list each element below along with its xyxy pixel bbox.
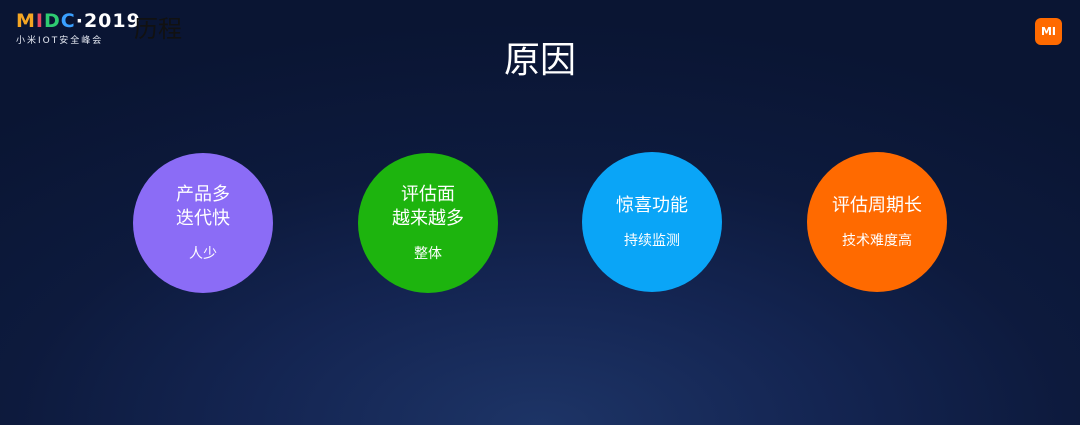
reason-4-line-1: 评估周期长 [832, 195, 922, 216]
reason-2-line-1: 评估面 [401, 184, 455, 205]
reason-4-sub: 技术难度高 [842, 233, 912, 249]
logo-year: 2019 [83, 10, 141, 32]
reason-circle-2: 评估面 越来越多 整体 [358, 153, 498, 293]
reason-circle-3: 惊喜功能 持续监测 [582, 152, 722, 292]
reason-1-line-1: 产品多 [176, 184, 230, 205]
reason-1-sub: 人少 [189, 246, 217, 262]
logo-letter-i: I [35, 10, 44, 32]
logo-letter-c: C [60, 10, 76, 32]
reason-2-sub: 整体 [414, 246, 442, 262]
reason-circle-1: 产品多 迭代快 人少 [133, 153, 273, 293]
logo-title: MIDC·2019 [16, 10, 141, 32]
reason-1-line-2: 迭代快 [176, 208, 230, 229]
mi-logo-text: MI [1040, 25, 1057, 38]
logo-letter-d: D [44, 10, 61, 32]
page-title: 原因 [503, 40, 576, 81]
reason-3-line-1: 惊喜功能 [616, 195, 688, 216]
logo-dot: · [75, 10, 84, 32]
reason-3-sub: 持续监测 [624, 233, 680, 249]
logo-letter-m: M [16, 10, 36, 32]
reason-2-line-2: 越来越多 [392, 208, 464, 229]
reason-circle-4: 评估周期长 技术难度高 [807, 152, 947, 292]
